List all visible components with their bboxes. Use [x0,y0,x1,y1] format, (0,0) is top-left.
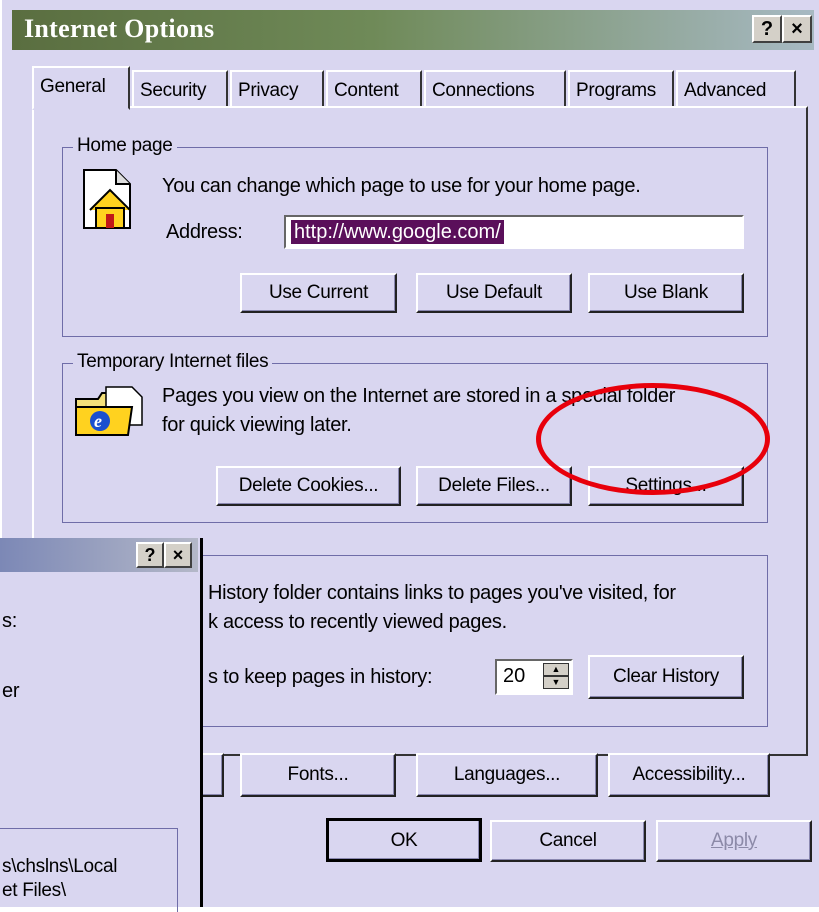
settings-text-fragment-1: s: [2,610,17,632]
fonts-button[interactable]: Fonts... [240,753,396,797]
clear-history-button[interactable]: Clear History [588,655,744,699]
settings-dialog-partial: ? × s: er s\chslns\Local et Files\ [0,538,203,912]
history-description-1: History folder contains links to pages y… [208,582,676,604]
settings-dialog-title-bar[interactable]: ? × [0,538,198,572]
spinner-arrows[interactable]: ▲ ▼ [543,663,569,691]
delete-files-button[interactable]: Delete Files... [416,466,572,506]
history-days-spinner[interactable]: 20 ▲ ▼ [495,659,573,695]
red-annotation-circle [536,383,770,495]
cancel-button[interactable]: Cancel [490,820,646,862]
address-field[interactable]: http://www.google.com/ [284,215,744,249]
title-bar[interactable]: Internet Options ? × [12,10,814,50]
settings-text-fragment-2: er [2,680,20,702]
tab-content[interactable]: Content [326,70,422,108]
history-days-value: 20 [503,665,526,687]
spinner-up-icon[interactable]: ▲ [543,663,569,676]
use-current-button[interactable]: Use Current [240,273,397,313]
tab-general[interactable]: General [32,66,130,110]
tab-programs[interactable]: Programs [568,70,674,108]
ok-button[interactable]: OK [326,818,482,862]
accessibility-button[interactable]: Accessibility... [608,753,770,797]
use-default-button[interactable]: Use Default [416,273,572,313]
help-button[interactable]: ? [752,15,782,43]
spinner-down-icon[interactable]: ▼ [543,676,569,689]
delete-cookies-button[interactable]: Delete Cookies... [216,466,401,506]
tab-connections[interactable]: Connections [424,70,566,108]
window-title: Internet Options [24,14,215,43]
use-blank-button[interactable]: Use Blank [588,273,744,313]
home-page-group-title: Home page [73,135,177,157]
close-button[interactable]: × [782,15,812,43]
temp-files-group-title: Temporary Internet files [73,351,273,373]
address-label: Address: [166,221,243,243]
settings-close-button[interactable]: × [164,542,192,568]
settings-help-button[interactable]: ? [136,542,164,568]
temp-files-folder-icon: e [75,386,143,436]
apply-button[interactable]: Apply [656,820,812,862]
home-page-description: You can change which page to use for you… [162,175,641,197]
settings-folder-path-2: et Files\ [2,880,66,901]
history-days-label: s to keep pages in history: [208,666,433,688]
tab-security[interactable]: Security [132,70,228,108]
address-value: http://www.google.com/ [291,220,504,244]
tab-advanced[interactable]: Advanced [676,70,796,108]
svg-text:e: e [94,411,102,431]
languages-button[interactable]: Languages... [416,753,598,797]
home-page-icon [83,169,131,229]
tab-privacy[interactable]: Privacy [230,70,324,108]
history-description-2: k access to recently viewed pages. [208,611,507,633]
temp-files-description-2: for quick viewing later. [162,414,352,436]
settings-folder-path-1: s\chslns\Local [2,856,118,877]
